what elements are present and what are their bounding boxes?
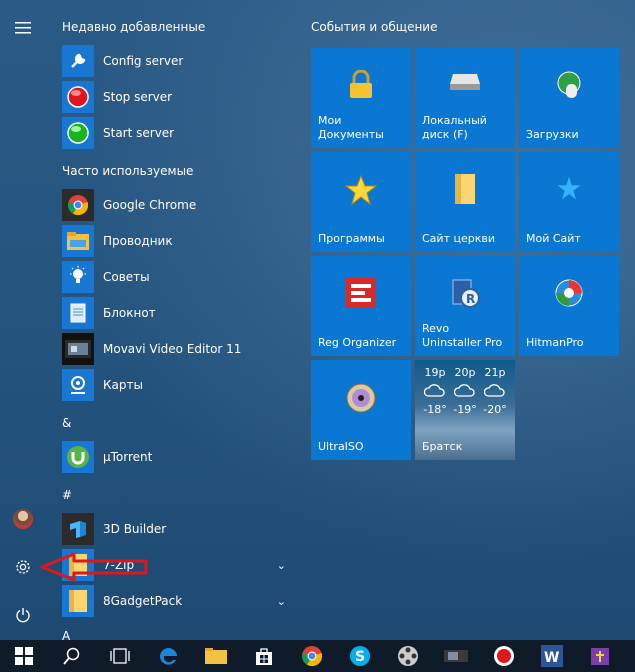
tile-weather[interactable]: 19р -18° 20р -19° 21р -20° Братск — [415, 360, 515, 460]
map-pin-icon — [62, 369, 94, 401]
folder-icon — [205, 648, 227, 664]
app-google-chrome[interactable]: Google Chrome — [62, 189, 294, 221]
taskbar-bible[interactable] — [576, 640, 624, 672]
red-circle-icon — [62, 81, 94, 113]
disc-icon — [311, 382, 411, 414]
app-3d-builder[interactable]: 3D Builder — [62, 513, 294, 545]
folder-icon — [62, 225, 94, 257]
film-icon — [62, 333, 94, 365]
task-view-button[interactable] — [96, 640, 144, 672]
task-view-icon — [110, 648, 130, 664]
svg-text:W: W — [544, 650, 559, 666]
tile-hitmanpro[interactable]: HitmanPro — [519, 256, 619, 356]
tile-revo-uninstaller[interactable]: R Revo Uninstaller Pro — [415, 256, 515, 356]
tile-programs[interactable]: Программы — [311, 152, 411, 252]
section-numbers: # — [62, 488, 73, 502]
book-cross-icon — [591, 648, 609, 665]
taskbar-skype[interactable]: S — [336, 640, 384, 672]
wrench-icon — [62, 45, 94, 77]
app-file-explorer[interactable]: Проводник — [62, 225, 294, 257]
globe-mouse-icon — [519, 70, 619, 100]
tile-church-site[interactable]: Сайт церкви — [415, 152, 515, 252]
svg-text:R: R — [466, 292, 475, 306]
cloud-icon — [451, 383, 479, 399]
chevron-down-icon[interactable]: ⌄ — [277, 595, 286, 608]
app-config-server[interactable]: Config server — [62, 45, 294, 77]
green-circle-icon — [62, 117, 94, 149]
section-symbols: & — [62, 416, 72, 430]
start-left-rail — [0, 0, 46, 640]
power-button[interactable] — [0, 597, 46, 633]
tile-ultraiso[interactable]: UltraISO — [311, 360, 411, 460]
blue-star-icon — [519, 174, 619, 202]
tile-downloads[interactable]: Загрузки — [519, 48, 619, 148]
app-maps[interactable]: Карты — [62, 369, 294, 401]
skype-icon: S — [350, 646, 370, 666]
folder-icon — [415, 174, 515, 204]
taskbar-record[interactable] — [480, 640, 528, 672]
app-movavi-video-editor[interactable]: Movavi Video Editor 11 — [62, 333, 294, 365]
gear-icon — [16, 560, 30, 574]
taskbar-word[interactable]: W — [528, 640, 576, 672]
weather-forecast-2: 20р -19° — [451, 366, 479, 416]
lightbulb-icon — [62, 261, 94, 293]
store-bag-icon — [256, 648, 272, 665]
camera-icon — [444, 650, 468, 662]
hitmanpro-icon — [519, 278, 619, 308]
taskbar-movavi[interactable] — [432, 640, 480, 672]
cloud-icon — [421, 383, 449, 399]
search-button[interactable] — [48, 640, 96, 672]
app-8gadgetpack-folder[interactable]: 8GadgetPack ⌄ — [62, 585, 294, 617]
hamburger-icon — [15, 22, 31, 34]
taskbar-chrome[interactable] — [288, 640, 336, 672]
word-icon: W — [541, 645, 563, 667]
lock-icon — [311, 70, 411, 100]
folder-icon — [62, 585, 94, 617]
avatar — [13, 509, 33, 529]
star-icon — [311, 174, 411, 206]
chrome-icon — [302, 646, 323, 667]
tile-local-disk-f[interactable]: Локальный диск (F) — [415, 48, 515, 148]
taskbar-store[interactable] — [240, 640, 288, 672]
chevron-down-icon[interactable]: ⌄ — [277, 559, 286, 572]
search-icon — [63, 647, 80, 665]
app-list: Недавно добавленные Config server Stop s… — [54, 0, 294, 643]
section-recently-added: Недавно добавленные — [62, 20, 206, 34]
record-icon — [494, 646, 514, 666]
chrome-icon — [62, 189, 94, 221]
windows-icon — [15, 647, 33, 665]
cloud-icon — [481, 383, 509, 399]
user-account-button[interactable] — [0, 501, 46, 537]
film-reel-icon — [398, 646, 418, 666]
reg-organizer-icon — [311, 278, 411, 308]
3d-builder-icon — [62, 513, 94, 545]
app-utorrent[interactable]: µTorrent — [62, 441, 294, 473]
hard-drive-icon — [415, 70, 515, 92]
utorrent-icon — [62, 441, 94, 473]
start-button[interactable] — [0, 640, 48, 672]
tile-my-site[interactable]: Мой Сайт — [519, 152, 619, 252]
taskbar-edge[interactable] — [144, 640, 192, 672]
app-tips[interactable]: Советы — [62, 261, 294, 293]
tile-my-documents[interactable]: Мои Документы — [311, 48, 411, 148]
notepad-icon — [62, 297, 94, 329]
svg-text:S: S — [355, 649, 365, 665]
section-most-used: Часто используемые — [62, 164, 194, 178]
weather-forecast-1: 19р -18° — [421, 366, 449, 416]
tile-group-title: События и общение — [311, 20, 438, 34]
app-start-server[interactable]: Start server — [62, 117, 294, 149]
taskbar-file-explorer[interactable] — [192, 640, 240, 672]
app-notepad[interactable]: Блокнот — [62, 297, 294, 329]
tile-reg-organizer[interactable]: Reg Organizer — [311, 256, 411, 356]
expand-menu-button[interactable] — [0, 10, 46, 46]
taskbar: S W — [0, 640, 635, 672]
weather-forecast-3: 21р -20° — [481, 366, 509, 416]
taskbar-film-reel[interactable] — [384, 640, 432, 672]
power-icon — [16, 608, 30, 623]
app-stop-server[interactable]: Stop server — [62, 81, 294, 113]
revo-icon: R — [415, 278, 515, 308]
red-arrow-annotation — [40, 552, 148, 582]
edge-icon — [159, 647, 177, 665]
